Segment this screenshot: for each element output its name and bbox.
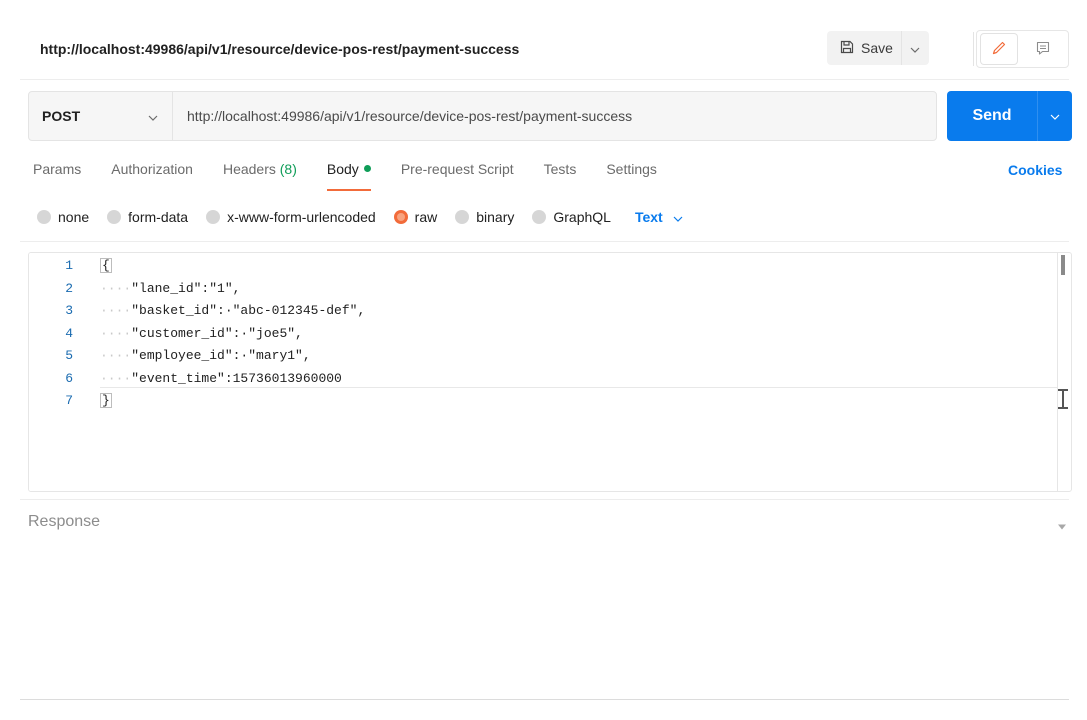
body-type-none[interactable]: none [37, 209, 89, 225]
cookies-link[interactable]: Cookies [1008, 162, 1062, 178]
method-label: POST [42, 108, 81, 124]
divider [20, 499, 1069, 500]
text-cursor-icon [1056, 389, 1070, 409]
tab-params[interactable]: Params [33, 161, 81, 191]
divider [20, 241, 1069, 242]
whitespace-marker: ···· [100, 326, 132, 341]
tab-headers[interactable]: Headers (8) [223, 161, 297, 191]
line-number: 6 [65, 371, 73, 386]
line-number: 2 [65, 281, 73, 296]
tab-prerequest-script[interactable]: Pre-request Script [401, 161, 514, 191]
code-line: ····"basket_id":·"abc-012345-def", [100, 303, 365, 318]
save-label: Save [861, 40, 893, 56]
body-type-binary[interactable]: binary [455, 209, 514, 225]
body-type-form-data-label: form-data [128, 209, 189, 225]
code-line: ····"event_time":15736013960000 [100, 371, 342, 386]
body-type-graphql-label: GraphQL [553, 209, 611, 225]
save-button-group: Save [827, 31, 929, 65]
whitespace-marker: ···· [100, 348, 132, 363]
body-type-raw[interactable]: raw [393, 209, 438, 225]
editor-scrollbar[interactable] [1061, 255, 1065, 275]
code-text: } [100, 393, 112, 408]
chevron-down-icon [910, 40, 920, 56]
line-number: 7 [65, 393, 73, 408]
save-button[interactable]: Save [827, 31, 901, 65]
chevron-down-icon [673, 209, 683, 225]
body-editor[interactable]: 1 2 3 4 5 6 7 { ····"lane_id":"1", ····"… [28, 252, 1072, 492]
save-options-button[interactable] [900, 31, 929, 65]
code-text: { [100, 258, 112, 273]
radio-button[interactable] [532, 210, 547, 224]
tab-settings[interactable]: Settings [606, 161, 657, 191]
code-text: "basket_id":·"abc-012345-def", [131, 303, 366, 318]
url-bar: POST [28, 91, 937, 141]
tab-body[interactable]: Body [326, 161, 371, 191]
body-type-urlencoded[interactable]: x-www-form-urlencoded [206, 209, 376, 225]
radio-button-selected[interactable] [393, 210, 408, 224]
comment-icon [1035, 40, 1051, 59]
body-indicator-dot [363, 165, 371, 172]
current-line-highlight [100, 387, 1057, 388]
body-type-form-data[interactable]: form-data [107, 209, 188, 225]
code-text: "employee_id":·"mary1", [131, 348, 311, 363]
code-text: "event_time":15736013960000 [131, 371, 342, 386]
code-line: ····"customer_id":·"joe5", [100, 326, 303, 341]
pencil-icon [991, 40, 1007, 59]
code-line: } [100, 393, 112, 408]
chevron-down-icon [1050, 109, 1060, 123]
caret-down-icon[interactable] [1057, 518, 1067, 530]
request-header: http://localhost:49986/api/v1/resource/d… [20, 22, 1069, 80]
radio-button[interactable] [107, 210, 122, 224]
send-button[interactable]: Send [947, 91, 1037, 141]
body-type-selector: none form-data x-www-form-urlencoded raw… [37, 206, 683, 228]
tab-body-label: Body [326, 161, 359, 177]
line-number: 4 [65, 326, 73, 341]
send-button-group: Send [947, 91, 1072, 141]
header-divider [973, 32, 974, 66]
headers-count-badge: (8) [279, 161, 297, 177]
body-type-none-label: none [58, 209, 90, 225]
raw-format-label: Text [634, 209, 663, 225]
line-number: 3 [65, 303, 73, 318]
body-type-binary-label: binary [476, 209, 515, 225]
url-input[interactable] [173, 92, 936, 140]
code-line: { [100, 258, 112, 273]
response-title[interactable]: Response [28, 513, 100, 531]
line-number: 1 [65, 258, 73, 273]
whitespace-marker: ···· [100, 303, 132, 318]
code-line: ····"lane_id":"1", [100, 281, 240, 296]
radio-button[interactable] [206, 210, 221, 224]
radio-button[interactable] [37, 210, 51, 224]
comments-button[interactable] [1025, 34, 1061, 64]
tab-authorization[interactable]: Authorization [111, 161, 193, 191]
mode-toggle-group [976, 30, 1069, 68]
whitespace-marker: ···· [100, 281, 132, 296]
whitespace-marker: ···· [100, 371, 132, 386]
raw-format-select[interactable]: Text [635, 209, 683, 225]
body-type-urlencoded-label: x-www-form-urlencoded [227, 209, 376, 225]
divider [20, 699, 1069, 700]
code-text: "lane_id":"1", [131, 281, 241, 296]
editor-scroll-track [1057, 253, 1058, 491]
tab-tests[interactable]: Tests [544, 161, 577, 191]
radio-button[interactable] [455, 210, 470, 224]
tab-headers-label: Headers [222, 161, 276, 177]
save-icon [839, 39, 855, 58]
body-type-graphql[interactable]: GraphQL [532, 209, 611, 225]
request-name[interactable]: http://localhost:49986/api/v1/resource/d… [40, 41, 519, 57]
body-type-raw-label: raw [414, 209, 438, 225]
request-tabs: Params Authorization Headers (8) Body Pr… [33, 161, 687, 191]
line-number: 5 [65, 348, 73, 363]
chevron-down-icon [148, 108, 158, 124]
send-options-button[interactable] [1037, 91, 1072, 141]
line-number-gutter: 1 2 3 4 5 6 7 [29, 253, 89, 491]
method-select[interactable]: POST [29, 92, 173, 140]
code-text: "customer_id":·"joe5", [131, 326, 303, 341]
code-line: ····"employee_id":·"mary1", [100, 348, 311, 363]
edit-mode-button[interactable] [981, 34, 1017, 64]
